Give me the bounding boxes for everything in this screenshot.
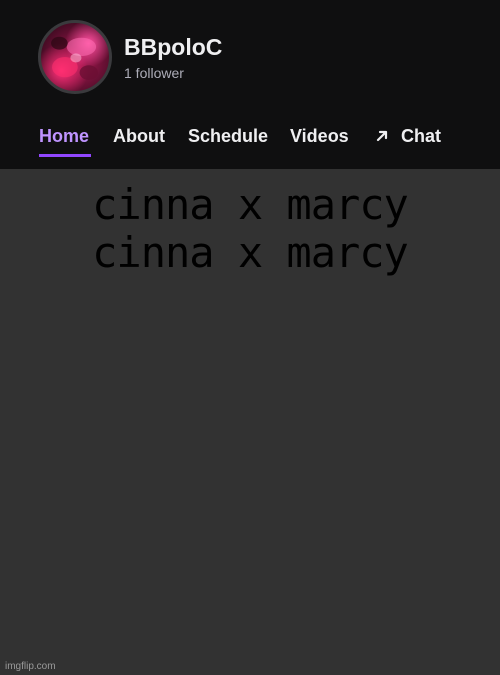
tab-videos[interactable]: Videos [290,124,349,148]
watermark: imgflip.com [5,661,56,672]
active-tab-indicator [39,154,91,157]
channel-name[interactable]: BBpoloC [124,33,222,61]
caption-line-2: cinna x marcy [92,228,409,277]
arrow-up-right-icon [376,130,388,142]
tab-about[interactable]: About [113,124,165,148]
tab-home[interactable]: Home [39,124,89,148]
tab-chat-label: Chat [401,126,441,146]
caption-line-1: cinna x marcy [92,180,409,229]
avatar-image [51,36,98,80]
avatar[interactable] [38,20,112,94]
tab-chat[interactable]: Chat [375,124,441,148]
channel-header: BBpoloC 1 follower Home About Schedule V… [0,0,500,169]
tab-schedule[interactable]: Schedule [188,124,268,148]
follower-count: 1 follower [124,65,184,81]
